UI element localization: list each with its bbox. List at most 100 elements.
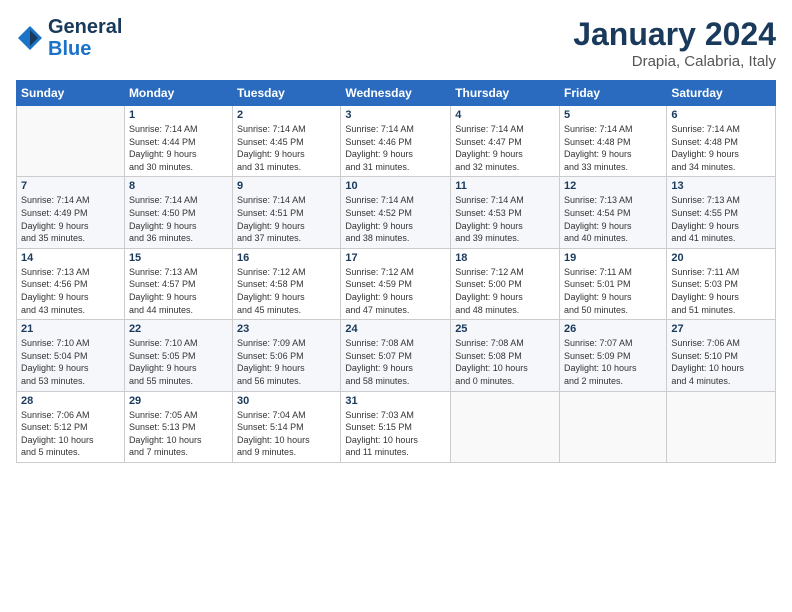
day-number: 18 xyxy=(455,252,555,264)
day-info: Sunrise: 7:11 AM Sunset: 5:01 PM Dayligh… xyxy=(564,266,662,316)
page: General Blue January 2024 Drapia, Calabr… xyxy=(0,0,792,612)
day-number: 28 xyxy=(21,395,120,407)
calendar-cell: 4 Sunrise: 7:14 AM Sunset: 4:47 PM Daylig… xyxy=(451,106,560,177)
calendar-cell: 27Sunrise: 7:06 AM Sunset: 5:10 PM Dayli… xyxy=(667,320,776,391)
day-number: 30 xyxy=(237,395,336,407)
day-info: Sunrise: 7:14 AM Sunset: 4:47 PM Dayligh… xyxy=(455,123,555,173)
day-info: Sunrise: 7:14 AM Sunset: 4:48 PM Dayligh… xyxy=(564,123,662,173)
col-wednesday: Wednesday xyxy=(341,81,451,106)
day-number: 31 xyxy=(345,395,446,407)
logo-icon xyxy=(16,24,44,52)
day-number: 23 xyxy=(237,323,336,335)
day-info: Sunrise: 7:10 AM Sunset: 5:04 PM Dayligh… xyxy=(21,337,120,387)
day-info: Sunrise: 7:04 AM Sunset: 5:14 PM Dayligh… xyxy=(237,409,336,459)
day-info: Sunrise: 7:14 AM Sunset: 4:51 PM Dayligh… xyxy=(237,194,336,244)
day-number: 21 xyxy=(21,323,120,335)
day-info: Sunrise: 7:14 AM Sunset: 4:46 PM Dayligh… xyxy=(345,123,446,173)
day-info: Sunrise: 7:14 AM Sunset: 4:48 PM Dayligh… xyxy=(671,123,771,173)
day-number: 26 xyxy=(564,323,662,335)
calendar-cell: 16Sunrise: 7:12 AM Sunset: 4:58 PM Dayli… xyxy=(233,248,341,319)
calendar-cell xyxy=(560,391,667,462)
day-number: 6 xyxy=(671,109,771,121)
week-row-4: 28 Sunrise: 7:06 AM Sunset: 5:12 PM Dayli… xyxy=(17,391,776,462)
day-info: Sunrise: 7:12 AM Sunset: 4:59 PM Dayligh… xyxy=(345,266,446,316)
calendar-cell: 9 Sunrise: 7:14 AM Sunset: 4:51 PM Daylig… xyxy=(233,177,341,248)
day-number: 10 xyxy=(345,180,446,192)
week-row-3: 21 Sunrise: 7:10 AM Sunset: 5:04 PM Dayli… xyxy=(17,320,776,391)
day-number: 11 xyxy=(455,180,555,192)
day-number: 15 xyxy=(129,252,228,264)
col-friday: Friday xyxy=(560,81,667,106)
calendar-cell: 1 Sunrise: 7:14 AM Sunset: 4:44 PM Daylig… xyxy=(124,106,232,177)
calendar-cell: 23 Sunrise: 7:09 AM Sunset: 5:06 PM Dayli… xyxy=(233,320,341,391)
day-info: Sunrise: 7:08 AM Sunset: 5:07 PM Dayligh… xyxy=(345,337,446,387)
day-info: Sunrise: 7:14 AM Sunset: 4:52 PM Dayligh… xyxy=(345,194,446,244)
day-info: Sunrise: 7:14 AM Sunset: 4:53 PM Dayligh… xyxy=(455,194,555,244)
calendar-cell: 10 Sunrise: 7:14 AM Sunset: 4:52 PM Dayli… xyxy=(341,177,451,248)
calendar-cell: 6 Sunrise: 7:14 AM Sunset: 4:48 PM Daylig… xyxy=(667,106,776,177)
calendar-cell: 31Sunrise: 7:03 AM Sunset: 5:15 PM Dayli… xyxy=(341,391,451,462)
day-info: Sunrise: 7:14 AM Sunset: 4:45 PM Dayligh… xyxy=(237,123,336,173)
day-info: Sunrise: 7:12 AM Sunset: 5:00 PM Dayligh… xyxy=(455,266,555,316)
calendar-cell: 8 Sunrise: 7:14 AM Sunset: 4:50 PM Daylig… xyxy=(124,177,232,248)
day-number: 4 xyxy=(455,109,555,121)
day-number: 25 xyxy=(455,323,555,335)
day-info: Sunrise: 7:13 AM Sunset: 4:56 PM Dayligh… xyxy=(21,266,120,316)
day-info: Sunrise: 7:13 AM Sunset: 4:54 PM Dayligh… xyxy=(564,194,662,244)
calendar-cell: 28 Sunrise: 7:06 AM Sunset: 5:12 PM Dayli… xyxy=(17,391,125,462)
calendar-cell: 25Sunrise: 7:08 AM Sunset: 5:08 PM Dayli… xyxy=(451,320,560,391)
calendar-cell: 18 Sunrise: 7:12 AM Sunset: 5:00 PM Dayli… xyxy=(451,248,560,319)
day-number: 7 xyxy=(21,180,120,192)
calendar-cell: 19 Sunrise: 7:11 AM Sunset: 5:01 PM Dayli… xyxy=(560,248,667,319)
day-info: Sunrise: 7:14 AM Sunset: 4:50 PM Dayligh… xyxy=(129,194,228,244)
day-info: Sunrise: 7:06 AM Sunset: 5:12 PM Dayligh… xyxy=(21,409,120,459)
calendar-cell: 12Sunrise: 7:13 AM Sunset: 4:54 PM Dayli… xyxy=(560,177,667,248)
day-info: Sunrise: 7:09 AM Sunset: 5:06 PM Dayligh… xyxy=(237,337,336,387)
calendar-cell: 14 Sunrise: 7:13 AM Sunset: 4:56 PM Dayli… xyxy=(17,248,125,319)
day-number: 5 xyxy=(564,109,662,121)
week-row-2: 14 Sunrise: 7:13 AM Sunset: 4:56 PM Dayli… xyxy=(17,248,776,319)
calendar-cell: 7Sunrise: 7:14 AM Sunset: 4:49 PM Daylig… xyxy=(17,177,125,248)
day-number: 20 xyxy=(671,252,771,264)
week-row-1: 7Sunrise: 7:14 AM Sunset: 4:49 PM Daylig… xyxy=(17,177,776,248)
calendar-cell: 11 Sunrise: 7:14 AM Sunset: 4:53 PM Dayli… xyxy=(451,177,560,248)
day-number: 24 xyxy=(345,323,446,335)
calendar-cell: 30 Sunrise: 7:04 AM Sunset: 5:14 PM Dayli… xyxy=(233,391,341,462)
calendar-cell xyxy=(451,391,560,462)
calendar-cell xyxy=(667,391,776,462)
calendar-cell: 29 Sunrise: 7:05 AM Sunset: 5:13 PM Dayli… xyxy=(124,391,232,462)
calendar-cell: 3 Sunrise: 7:14 AM Sunset: 4:46 PM Daylig… xyxy=(341,106,451,177)
calendar-cell: 26 Sunrise: 7:07 AM Sunset: 5:09 PM Dayli… xyxy=(560,320,667,391)
day-info: Sunrise: 7:14 AM Sunset: 4:44 PM Dayligh… xyxy=(129,123,228,173)
col-tuesday: Tuesday xyxy=(233,81,341,106)
col-sunday: Sunday xyxy=(17,81,125,106)
calendar-cell xyxy=(17,106,125,177)
calendar-cell: 20Sunrise: 7:11 AM Sunset: 5:03 PM Dayli… xyxy=(667,248,776,319)
day-number: 8 xyxy=(129,180,228,192)
calendar-cell: 22Sunrise: 7:10 AM Sunset: 5:05 PM Dayli… xyxy=(124,320,232,391)
day-number: 3 xyxy=(345,109,446,121)
day-number: 29 xyxy=(129,395,228,407)
calendar-cell: 2 Sunrise: 7:14 AM Sunset: 4:45 PM Daylig… xyxy=(233,106,341,177)
day-number: 19 xyxy=(564,252,662,264)
day-info: Sunrise: 7:13 AM Sunset: 4:57 PM Dayligh… xyxy=(129,266,228,316)
week-row-0: 1 Sunrise: 7:14 AM Sunset: 4:44 PM Daylig… xyxy=(17,106,776,177)
day-number: 14 xyxy=(21,252,120,264)
day-number: 1 xyxy=(129,109,228,121)
day-info: Sunrise: 7:05 AM Sunset: 5:13 PM Dayligh… xyxy=(129,409,228,459)
title-block: January 2024 Drapia, Calabria, Italy xyxy=(573,16,776,70)
day-info: Sunrise: 7:10 AM Sunset: 5:05 PM Dayligh… xyxy=(129,337,228,387)
logo-text: General Blue xyxy=(48,16,122,60)
calendar-table: Sunday Monday Tuesday Wednesday Thursday… xyxy=(16,80,776,463)
calendar-cell: 13Sunrise: 7:13 AM Sunset: 4:55 PM Dayli… xyxy=(667,177,776,248)
header: General Blue January 2024 Drapia, Calabr… xyxy=(16,16,776,70)
day-number: 9 xyxy=(237,180,336,192)
calendar-cell: 17Sunrise: 7:12 AM Sunset: 4:59 PM Dayli… xyxy=(341,248,451,319)
day-info: Sunrise: 7:07 AM Sunset: 5:09 PM Dayligh… xyxy=(564,337,662,387)
day-info: Sunrise: 7:06 AM Sunset: 5:10 PM Dayligh… xyxy=(671,337,771,387)
day-number: 16 xyxy=(237,252,336,264)
calendar-cell: 15 Sunrise: 7:13 AM Sunset: 4:57 PM Dayli… xyxy=(124,248,232,319)
day-number: 2 xyxy=(237,109,336,121)
header-row: Sunday Monday Tuesday Wednesday Thursday… xyxy=(17,81,776,106)
cal-subtitle: Drapia, Calabria, Italy xyxy=(573,53,776,70)
